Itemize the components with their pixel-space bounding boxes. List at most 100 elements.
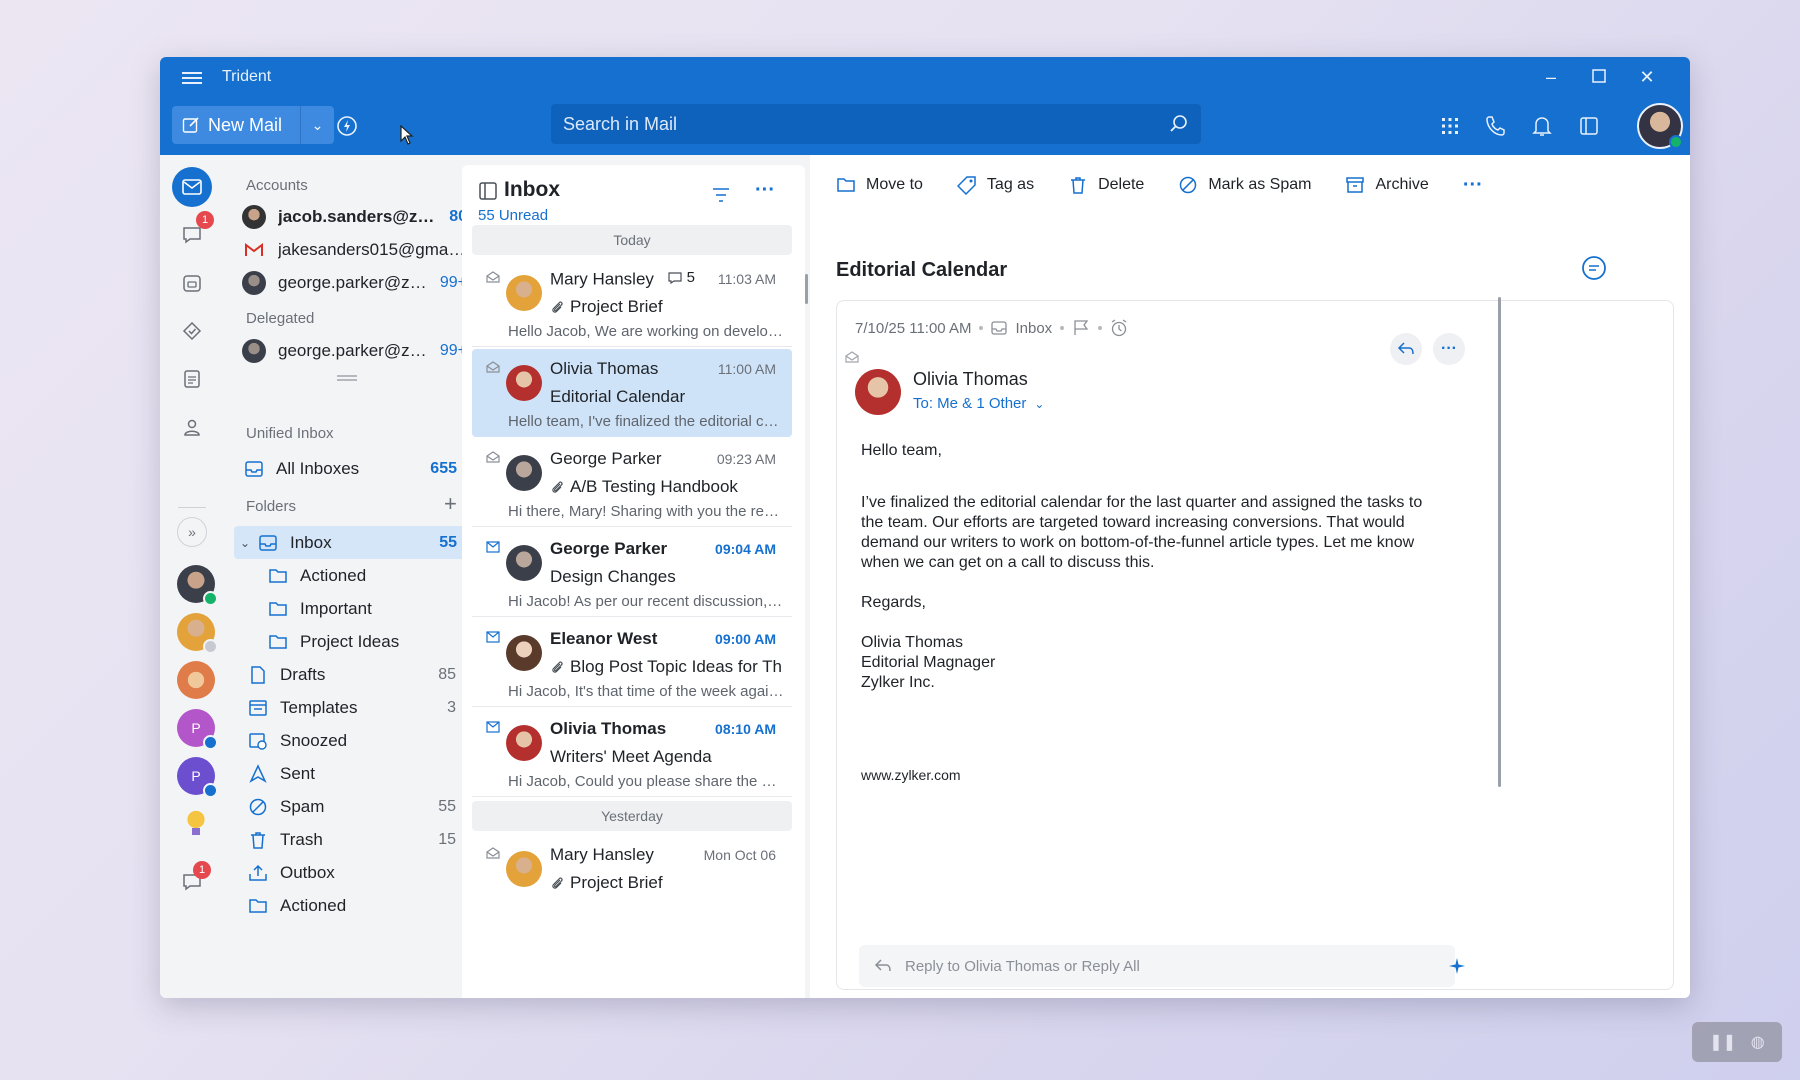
- maximize-icon[interactable]: [1586, 65, 1612, 89]
- quick-reply-box[interactable]: Reply to Olivia Thomas or Reply All: [859, 945, 1465, 987]
- message-item-selected[interactable]: Olivia Thomas 11:00 AM Editorial Calenda…: [472, 349, 792, 437]
- message-item[interactable]: Mary Hansley Mon Oct 06 Project Brief: [472, 835, 792, 923]
- resize-handle[interactable]: [337, 375, 357, 377]
- collapse-pane-icon[interactable]: [478, 181, 498, 201]
- folder-sent[interactable]: Sent: [248, 757, 468, 790]
- reading-pane-scrollbar[interactable]: [1498, 297, 1501, 787]
- message-item[interactable]: George Parker 09:23 AM A/B Testing Handb…: [472, 439, 792, 527]
- delegated-account-item[interactable]: george.parker@zylk... 99+: [242, 335, 467, 367]
- user-avatar[interactable]: [1637, 103, 1683, 149]
- folder-trash[interactable]: Trash 15: [248, 823, 468, 856]
- envelope-open-icon: [486, 451, 500, 463]
- collapse-chevron-icon[interactable]: ⌄: [240, 536, 258, 550]
- lightbulb-icon[interactable]: [177, 805, 215, 843]
- folder-actioned-2[interactable]: Actioned: [248, 889, 468, 922]
- message-sender: George Parker: [550, 539, 668, 558]
- folder-project-ideas[interactable]: Project Ideas: [268, 625, 468, 658]
- unread-count[interactable]: 55 Unread: [478, 207, 548, 224]
- folder-snoozed[interactable]: Snoozed: [248, 724, 468, 757]
- contact-avatar-3[interactable]: [177, 661, 215, 699]
- move-to-button[interactable]: Move to: [836, 175, 923, 195]
- message-item[interactable]: Mary Hansley 5 11:03 AM Project Brief He…: [472, 259, 792, 347]
- flag-icon[interactable]: [1072, 320, 1090, 336]
- message-sender: Olivia Thomas: [550, 719, 667, 738]
- message-item[interactable]: George Parker 09:04 AM Design Changes Hi…: [472, 529, 792, 617]
- message-preview: Hi Jacob! As per our recent discussion, …: [508, 593, 784, 610]
- apps-grid-icon[interactable]: [1437, 113, 1463, 139]
- mark-as-spam-button[interactable]: Mark as Spam: [1178, 175, 1311, 195]
- account-item[interactable]: george.parker@zylk... 99+: [242, 267, 467, 299]
- delete-button[interactable]: Delete: [1068, 175, 1144, 195]
- folder-actioned[interactable]: Actioned: [268, 559, 468, 592]
- contact-avatar-p1[interactable]: P: [177, 709, 218, 750]
- message-sender: Mary Hansley: [550, 845, 654, 864]
- outbox-icon: [249, 864, 267, 881]
- folder-inbox[interactable]: ⌄ Inbox 55: [234, 526, 469, 559]
- side-panel-icon[interactable]: [1576, 113, 1602, 139]
- close-window-icon[interactable]: ✕: [1634, 65, 1660, 89]
- search-icon[interactable]: [1169, 114, 1189, 134]
- inbox-tray-icon: [245, 460, 263, 477]
- folders-heading: Folders: [246, 498, 297, 515]
- conversation-chat-icon[interactable]: [1580, 255, 1608, 283]
- envelope-open-icon: [486, 847, 500, 859]
- add-folder-icon[interactable]: +: [444, 491, 457, 517]
- list-more-icon[interactable]: ···: [755, 179, 775, 202]
- message-item[interactable]: Olivia Thomas 08:10 AM Writers' Meet Age…: [472, 709, 792, 797]
- drafts-icon: [251, 665, 265, 684]
- folder-outbox[interactable]: Outbox: [248, 856, 468, 889]
- reply-icon[interactable]: [1390, 333, 1422, 365]
- pause-icon[interactable]: ❚❚: [1709, 1032, 1736, 1052]
- folder-label: Templates: [280, 697, 358, 717]
- expand-rail-icon[interactable]: »: [177, 517, 207, 547]
- email-more-icon[interactable]: ···: [1433, 333, 1465, 365]
- chat-badge: 1: [196, 211, 214, 229]
- email-date: 7/10/25 11:00 AM: [855, 319, 972, 337]
- filter-icon[interactable]: [712, 187, 730, 203]
- folder-important[interactable]: Important: [268, 592, 468, 625]
- folder-spam[interactable]: Spam 55: [248, 790, 468, 823]
- message-list-scrollbar[interactable]: [805, 274, 808, 304]
- ai-sparkle-icon[interactable]: [1447, 956, 1467, 976]
- account-item[interactable]: jakesanders015@gmail.c...: [242, 234, 467, 266]
- tasks-module-icon[interactable]: [172, 311, 212, 351]
- contacts-module-icon[interactable]: [172, 407, 212, 447]
- notes-module-icon[interactable]: [172, 359, 212, 399]
- resize-handle[interactable]: [337, 379, 357, 381]
- feedback-chat-icon[interactable]: 1: [175, 861, 211, 899]
- tag-as-button[interactable]: Tag as: [956, 175, 1034, 195]
- screen-capture-icon[interactable]: ◍: [1751, 1032, 1765, 1052]
- sender-avatar: [506, 725, 542, 761]
- account-item[interactable]: jacob.sanders@zylke... 80: [242, 201, 467, 233]
- quick-action-icon[interactable]: [335, 114, 359, 138]
- reminder-clock-icon[interactable]: [1110, 319, 1128, 337]
- search-input[interactable]: [551, 104, 1151, 144]
- reader-more-icon[interactable]: ···: [1463, 174, 1483, 197]
- sender-avatar[interactable]: [855, 369, 901, 415]
- folder-drafts[interactable]: Drafts 85: [248, 658, 468, 691]
- folder-pane: Accounts jacob.sanders@zylke... 80 jakes…: [224, 155, 474, 998]
- folder-label: Project Ideas: [300, 631, 400, 651]
- new-mail-dropdown-icon[interactable]: ⌄: [300, 106, 334, 144]
- message-item[interactable]: Eleanor West 09:00 AM Blog Post Topic Id…: [472, 619, 792, 707]
- message-time: 09:00 AM: [715, 631, 776, 647]
- hamburger-menu-icon[interactable]: [182, 69, 202, 85]
- new-mail-button[interactable]: New Mail: [172, 106, 298, 144]
- notification-bell-icon[interactable]: [1529, 113, 1555, 139]
- email-url[interactable]: www.zylker.com: [861, 767, 961, 783]
- contact-avatar-p2[interactable]: P: [177, 757, 218, 798]
- archive-button[interactable]: Archive: [1345, 175, 1429, 195]
- chat-module-icon[interactable]: 1: [172, 211, 214, 255]
- all-inboxes-item[interactable]: All Inboxes 655: [244, 452, 469, 485]
- mail-module-icon[interactable]: [172, 167, 212, 207]
- folder-label: Important: [300, 598, 372, 618]
- phone-icon[interactable]: [1482, 113, 1508, 139]
- contact-avatar-1[interactable]: [177, 565, 218, 606]
- contact-avatar-2[interactable]: [177, 613, 218, 654]
- folder-templates[interactable]: Templates 3: [248, 691, 468, 724]
- recipients-toggle[interactable]: To: Me & 1 Other ⌄: [913, 395, 1044, 412]
- minimize-icon[interactable]: –: [1538, 65, 1564, 89]
- attachment-icon: [552, 661, 563, 673]
- sender-name[interactable]: Olivia Thomas: [913, 369, 1028, 390]
- calendar-module-icon[interactable]: [172, 263, 212, 303]
